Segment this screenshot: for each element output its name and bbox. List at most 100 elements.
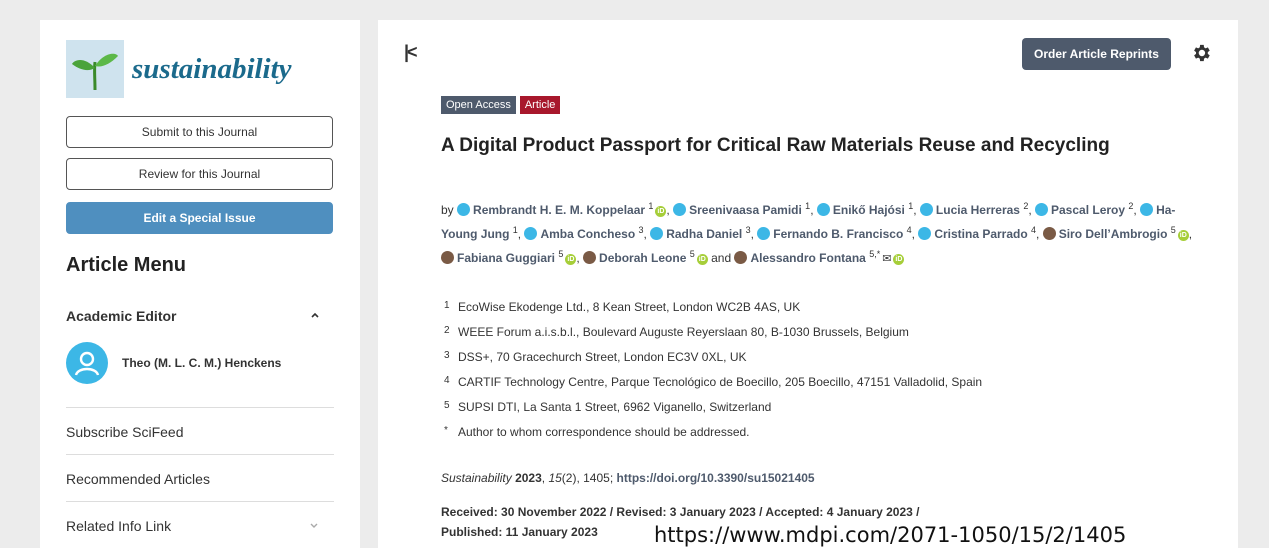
review-button[interactable]: Review for this Journal	[66, 158, 333, 190]
cite-year: 2023	[515, 471, 542, 485]
author[interactable]: Rembrandt H. E. M. Koppelaar 1iD	[457, 201, 667, 217]
recommended-articles-link[interactable]: Recommended Articles	[66, 471, 210, 487]
orcid-icon[interactable]: iD	[1177, 230, 1189, 241]
divider	[66, 407, 334, 408]
author[interactable]: Radha Daniel 3	[650, 225, 751, 241]
author[interactable]: Amba Concheso 3	[524, 225, 644, 241]
author-name[interactable]: Fernando B. Francisco	[773, 227, 903, 241]
author[interactable]: Enikő Hajósi 1	[816, 201, 914, 217]
author[interactable]: Alessandro Fontana 5,* ✉ iD	[734, 249, 905, 265]
author-affiliation-number: 2	[1023, 201, 1029, 211]
author[interactable]: Sreenivaasa Pamidi 1	[673, 201, 811, 217]
author-photo-icon	[1042, 227, 1056, 240]
author[interactable]: Pascal Leroy 2	[1035, 201, 1134, 217]
doi-link[interactable]: https://doi.org/10.3390/su15021405	[617, 471, 815, 485]
affiliation-text: Author to whom correspondence should be …	[458, 425, 750, 439]
author-photo-icon	[734, 251, 748, 264]
editor-name: Theo (M. L. C. M.) Henckens	[122, 356, 282, 370]
author-name[interactable]: Amba Concheso	[540, 227, 635, 241]
chevron-up-icon	[309, 308, 321, 324]
special-issue-button[interactable]: Edit a Special Issue	[66, 202, 333, 234]
author-name[interactable]: Sreenivaasa Pamidi	[689, 203, 802, 217]
affiliations: 1 EcoWise Ekodenge Ltd., 8 Kean Street, L…	[441, 300, 982, 450]
orcid-icon[interactable]: iD	[893, 254, 905, 265]
person-icon	[1140, 203, 1154, 216]
divider	[66, 501, 334, 502]
person-icon	[919, 203, 933, 216]
affiliation-number: 4	[444, 375, 450, 386]
affiliation-number: 1	[444, 300, 450, 311]
author-name[interactable]: Lucia Herreras	[936, 203, 1020, 217]
email-icon[interactable]: ✉	[882, 253, 891, 265]
and-word: and	[711, 251, 732, 265]
affiliation-item: 1 EcoWise Ekodenge Ltd., 8 Kean Street, L…	[441, 300, 982, 325]
academic-editor-label: Academic Editor	[66, 308, 177, 324]
author-affiliation-number: 2	[1128, 201, 1134, 211]
article-menu-title: Article Menu	[66, 254, 187, 276]
author[interactable]: Lucia Herreras 2	[919, 201, 1029, 217]
article-panel: |< Order Article Reprints Open Access Ar…	[378, 20, 1238, 548]
related-info-link[interactable]: Related Info Link	[66, 518, 171, 534]
article-type-badge: Article	[519, 96, 561, 114]
subscribe-scifeed-link[interactable]: Subscribe SciFeed	[66, 424, 184, 440]
academic-editor[interactable]: Theo (M. L. C. M.) Henckens	[66, 342, 281, 384]
cite-volume: 15	[548, 471, 562, 485]
author-name[interactable]: Fabiana Guggiari	[457, 251, 555, 265]
author[interactable]: Fabiana Guggiari 5iD	[441, 249, 577, 265]
author-name[interactable]: Siro Dell’Ambrogio	[1059, 227, 1168, 241]
cite-journal: Sustainability	[441, 471, 512, 485]
author[interactable]: Cristina Parrado 4	[918, 225, 1036, 241]
order-reprints-button[interactable]: Order Article Reprints	[1022, 38, 1171, 70]
person-icon	[1035, 203, 1048, 216]
person-icon	[524, 227, 538, 240]
author-affiliation-number: 5	[689, 249, 695, 259]
gear-icon[interactable]	[1190, 42, 1212, 70]
affiliation-text: DSS+, 70 Gracechurch Street, London EC3V…	[458, 350, 747, 364]
person-icon	[757, 227, 771, 240]
author[interactable]: Fernando B. Francisco 4	[757, 225, 912, 241]
affiliation-number: 3	[444, 350, 450, 361]
chevron-down-icon[interactable]	[308, 520, 320, 535]
open-access-badge: Open Access	[441, 96, 516, 114]
affiliation-item: 2 WEEE Forum a.i.s.b.l., Boulevard August…	[441, 325, 982, 350]
journal-logo[interactable]: sustainability	[66, 40, 292, 98]
person-icon	[816, 203, 830, 216]
dates-line: Received: 30 November 2022 / Revised: 3 …	[441, 505, 920, 519]
author-name[interactable]: Rembrandt H. E. M. Koppelaar	[473, 203, 645, 217]
person-icon	[650, 227, 664, 240]
author-affiliation-number: 1	[908, 201, 914, 211]
journal-name: sustainability	[132, 52, 292, 85]
author-name[interactable]: Alessandro Fontana	[750, 251, 865, 265]
divider	[66, 454, 334, 455]
orcid-icon[interactable]: iD	[696, 254, 708, 265]
orcid-icon[interactable]: iD	[655, 206, 667, 217]
person-avatar-icon	[66, 342, 108, 384]
author-name[interactable]: Enikő Hajósi	[833, 203, 905, 217]
article-title: A Digital Product Passport for Critical …	[441, 135, 1110, 156]
author-photo-icon	[441, 251, 454, 264]
affiliation-text: WEEE Forum a.i.s.b.l., Boulevard Auguste…	[458, 325, 909, 339]
orcid-icon[interactable]: iD	[565, 254, 577, 265]
author[interactable]: Siro Dell’Ambrogio 5iD	[1042, 225, 1189, 241]
academic-editor-toggle[interactable]: Academic Editor	[66, 308, 321, 324]
by-label: by	[441, 203, 454, 217]
affiliation-number: 2	[444, 325, 450, 336]
author-name[interactable]: Deborah Leone	[599, 251, 686, 265]
author-affiliation-number: 1	[648, 201, 654, 211]
author-name[interactable]: Radha Daniel	[666, 227, 742, 241]
affiliation-text: CARTIF Technology Centre, Parque Tecnoló…	[458, 375, 983, 389]
author-affiliation-number: 1	[512, 225, 518, 235]
author-affiliation-number: 5	[1170, 225, 1176, 235]
author-name[interactable]: Pascal Leroy	[1051, 203, 1125, 217]
affiliation-text: SUPSI DTI, La Santa 1 Street, 6962 Vigan…	[458, 400, 772, 414]
cite-issue: (2), 1405;	[561, 471, 617, 485]
submit-button[interactable]: Submit to this Journal	[66, 116, 333, 148]
author-affiliation-number: 3	[745, 225, 751, 235]
author[interactable]: Deborah Leone 5iD	[583, 249, 708, 265]
collapse-left-icon[interactable]: |<	[404, 42, 417, 63]
author-affiliation-number: 1	[805, 201, 811, 211]
author-list: by Rembrandt H. E. M. Koppelaar 1iD, Sre…	[441, 201, 1193, 265]
author-name[interactable]: Cristina Parrado	[934, 227, 1027, 241]
article-badges: Open Access Article	[441, 96, 561, 114]
author-photo-icon	[583, 251, 597, 264]
